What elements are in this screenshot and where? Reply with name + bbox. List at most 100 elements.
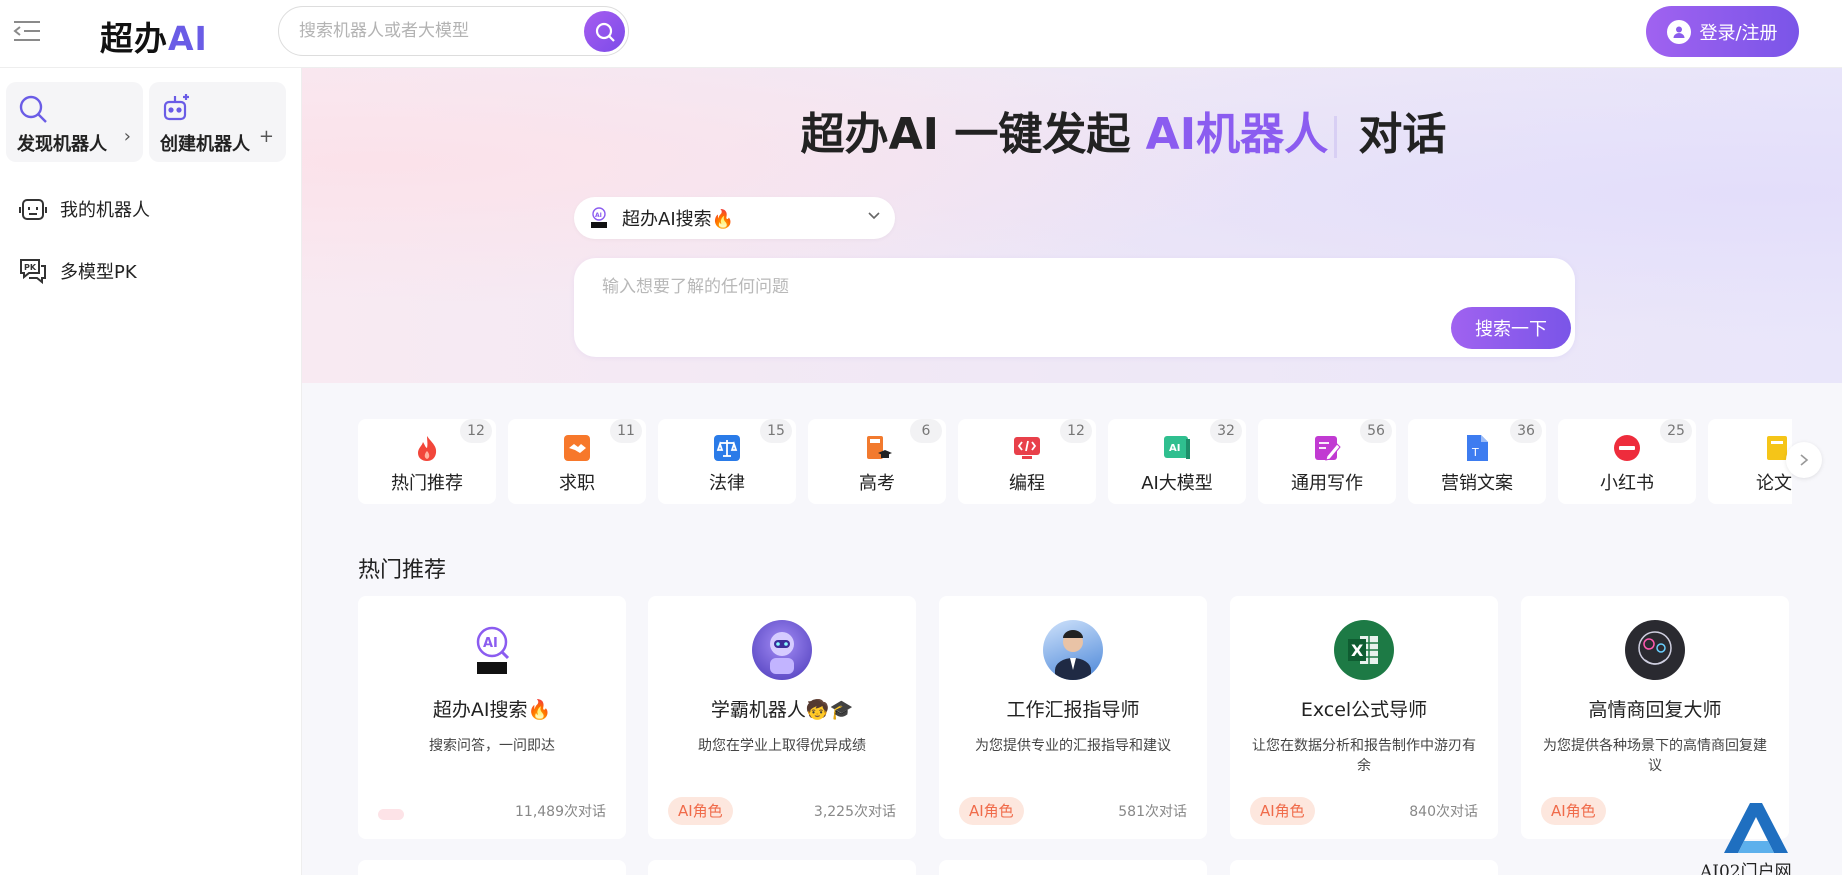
category-tab[interactable]: 56 通用写作 <box>1258 419 1396 504</box>
books-icon <box>867 436 892 459</box>
svg-text:AI: AI <box>483 636 498 651</box>
title-prefix: 超办AI 一键发起 <box>800 109 1146 160</box>
bot-avatar <box>1625 620 1685 680</box>
bot-tag: AI角色 <box>668 797 733 825</box>
handshake-icon <box>564 435 590 461</box>
bot-avatar <box>752 620 812 680</box>
bot-card[interactable]: 工作汇报指导师 为您提供专业的汇报指导和建议 AI角色 581次对话 <box>939 596 1207 839</box>
watermark-text: AI02门户网 <box>1700 862 1792 875</box>
conversation-count: 3,225次对话 <box>813 804 896 820</box>
count-badge: 36 <box>1510 419 1542 443</box>
main-content: 超办AI 一键发起 AI机器人 对话 AI 超办AI搜索🔥 搜索一下 12 热门… <box>302 68 1842 875</box>
category-tab[interactable]: 12 热门推荐 <box>358 419 496 504</box>
category-label: 法律 <box>709 473 745 494</box>
pk-icon: PK <box>20 259 46 285</box>
count-badge: 15 <box>760 419 792 443</box>
bot-title: 工作汇报指导师 <box>1006 699 1140 721</box>
watermark: AI02门户网 <box>1690 795 1820 875</box>
category-tab[interactable]: 11 求职 <box>508 419 646 504</box>
count-badge: 12 <box>460 419 492 443</box>
create-bot-button[interactable]: 创建机器人 + <box>149 82 286 162</box>
ai-model-icon: AI <box>1164 436 1190 459</box>
category-tab[interactable]: 12 编程 <box>958 419 1096 504</box>
question-input[interactable] <box>602 272 1502 312</box>
conversation-count: 11,489次对话 <box>515 804 606 820</box>
category-label: 编程 <box>1009 473 1045 494</box>
menu-collapse-icon[interactable] <box>12 18 42 44</box>
page-title: 超办AI 一键发起 AI机器人 对话 <box>302 98 1842 162</box>
chaoban-logo-icon: AI <box>476 626 510 674</box>
category-tab[interactable]: 36 T 营销文案 <box>1408 419 1546 504</box>
create-label: 创建机器人 <box>160 134 250 155</box>
user-icon <box>1667 19 1692 44</box>
code-icon <box>1014 437 1040 459</box>
bot-card[interactable]: 学霸机器人🧒🎓 助您在学业上取得优异成绩 AI角色 3,225次对话 <box>648 596 916 839</box>
section-title: 热门推荐 <box>358 558 447 583</box>
document-icon: T <box>1467 435 1488 461</box>
bot-avatar <box>1043 620 1103 680</box>
bot-card[interactable] <box>939 860 1207 875</box>
sidebar-item-label: 多模型PK <box>60 262 137 283</box>
category-tab[interactable]: 6 高考 <box>808 419 946 504</box>
bot-card[interactable] <box>358 860 626 875</box>
top-bar: 超办AI 登录/注册 <box>0 0 1842 68</box>
watermark-logo-icon <box>1724 803 1788 853</box>
category-label: 小红书 <box>1600 473 1654 494</box>
bot-card[interactable] <box>1230 860 1498 875</box>
category-tab[interactable]: 论文/ <box>1708 419 1792 504</box>
bot-title: 学霸机器人🧒🎓 <box>710 699 854 721</box>
svg-text:AI: AI <box>595 212 602 219</box>
category-label: 求职 <box>559 473 595 494</box>
selected-bot-label: 超办AI搜索🔥 <box>622 209 735 230</box>
logo[interactable]: 超办AI <box>100 12 208 60</box>
count-badge: 25 <box>1660 419 1692 443</box>
sidebar-item-model-pk[interactable]: PK 多模型PK <box>18 254 137 288</box>
plus-icon: + <box>258 126 274 147</box>
bot-tag <box>378 809 404 820</box>
svg-text:PK: PK <box>24 263 37 272</box>
sidebar-item-my-bots[interactable]: 我的机器人 <box>18 192 150 226</box>
category-label: 高考 <box>859 473 895 494</box>
svg-text:X: X <box>1351 641 1364 660</box>
login-button[interactable]: 登录/注册 <box>1646 6 1799 57</box>
scale-icon <box>714 435 740 461</box>
bot-selector-dropdown[interactable]: AI 超办AI搜索🔥 <box>574 197 895 239</box>
search-icon <box>19 95 47 123</box>
bot-card[interactable]: AI 超办AI搜索🔥 搜索问答，一问即达 11,489次对话 <box>358 596 626 839</box>
count-badge: 6 <box>910 419 942 443</box>
category-label: 论文/ <box>1755 473 1792 494</box>
category-tab[interactable]: 25 小红书 <box>1558 419 1696 504</box>
discover-bots-button[interactable]: 发现机器人 › <box>6 82 143 162</box>
svg-text:T: T <box>1471 446 1479 459</box>
bot-tag: AI角色 <box>1250 797 1315 825</box>
chevron-right-icon <box>1800 454 1809 466</box>
svg-text:AI: AI <box>1169 443 1180 454</box>
search-submit-button[interactable]: 搜索一下 <box>1451 307 1571 349</box>
category-tab[interactable]: 32 AI AI大模型 <box>1108 419 1246 504</box>
bot-title: Excel公式导师 <box>1300 699 1428 721</box>
category-label: 营销文案 <box>1441 473 1513 494</box>
typing-cursor <box>1334 116 1338 158</box>
hero-section: 超办AI 一键发起 AI机器人 对话 AI 超办AI搜索🔥 搜索一下 <box>302 68 1842 383</box>
category-label: 通用写作 <box>1291 473 1363 494</box>
writing-icon <box>1315 436 1341 461</box>
chevron-right-icon: › <box>123 126 131 147</box>
chaoban-logo-icon: AI <box>591 207 607 228</box>
chevron-down-icon <box>868 212 880 220</box>
count-badge: 11 <box>610 419 642 443</box>
category-label: AI大模型 <box>1141 473 1213 494</box>
fire-icon <box>418 436 437 461</box>
category-next-button[interactable] <box>1786 442 1822 478</box>
bot-card[interactable] <box>648 860 916 875</box>
robot-add-icon <box>163 94 189 121</box>
category-label: 热门推荐 <box>391 473 463 494</box>
search-input[interactable] <box>299 7 559 55</box>
bot-avatar: X <box>1334 620 1394 680</box>
excel-icon: X <box>1348 636 1378 664</box>
count-badge: 12 <box>1060 419 1092 443</box>
category-tab[interactable]: 15 法律 <box>658 419 796 504</box>
bot-tag: AI角色 <box>1541 797 1606 825</box>
logo-accent: AI <box>168 19 208 58</box>
search-button[interactable] <box>584 11 625 52</box>
bot-card[interactable]: X Excel公式导师 让您在数据分析和报告制作中游刃有余 AI角色 840次对… <box>1230 596 1498 839</box>
